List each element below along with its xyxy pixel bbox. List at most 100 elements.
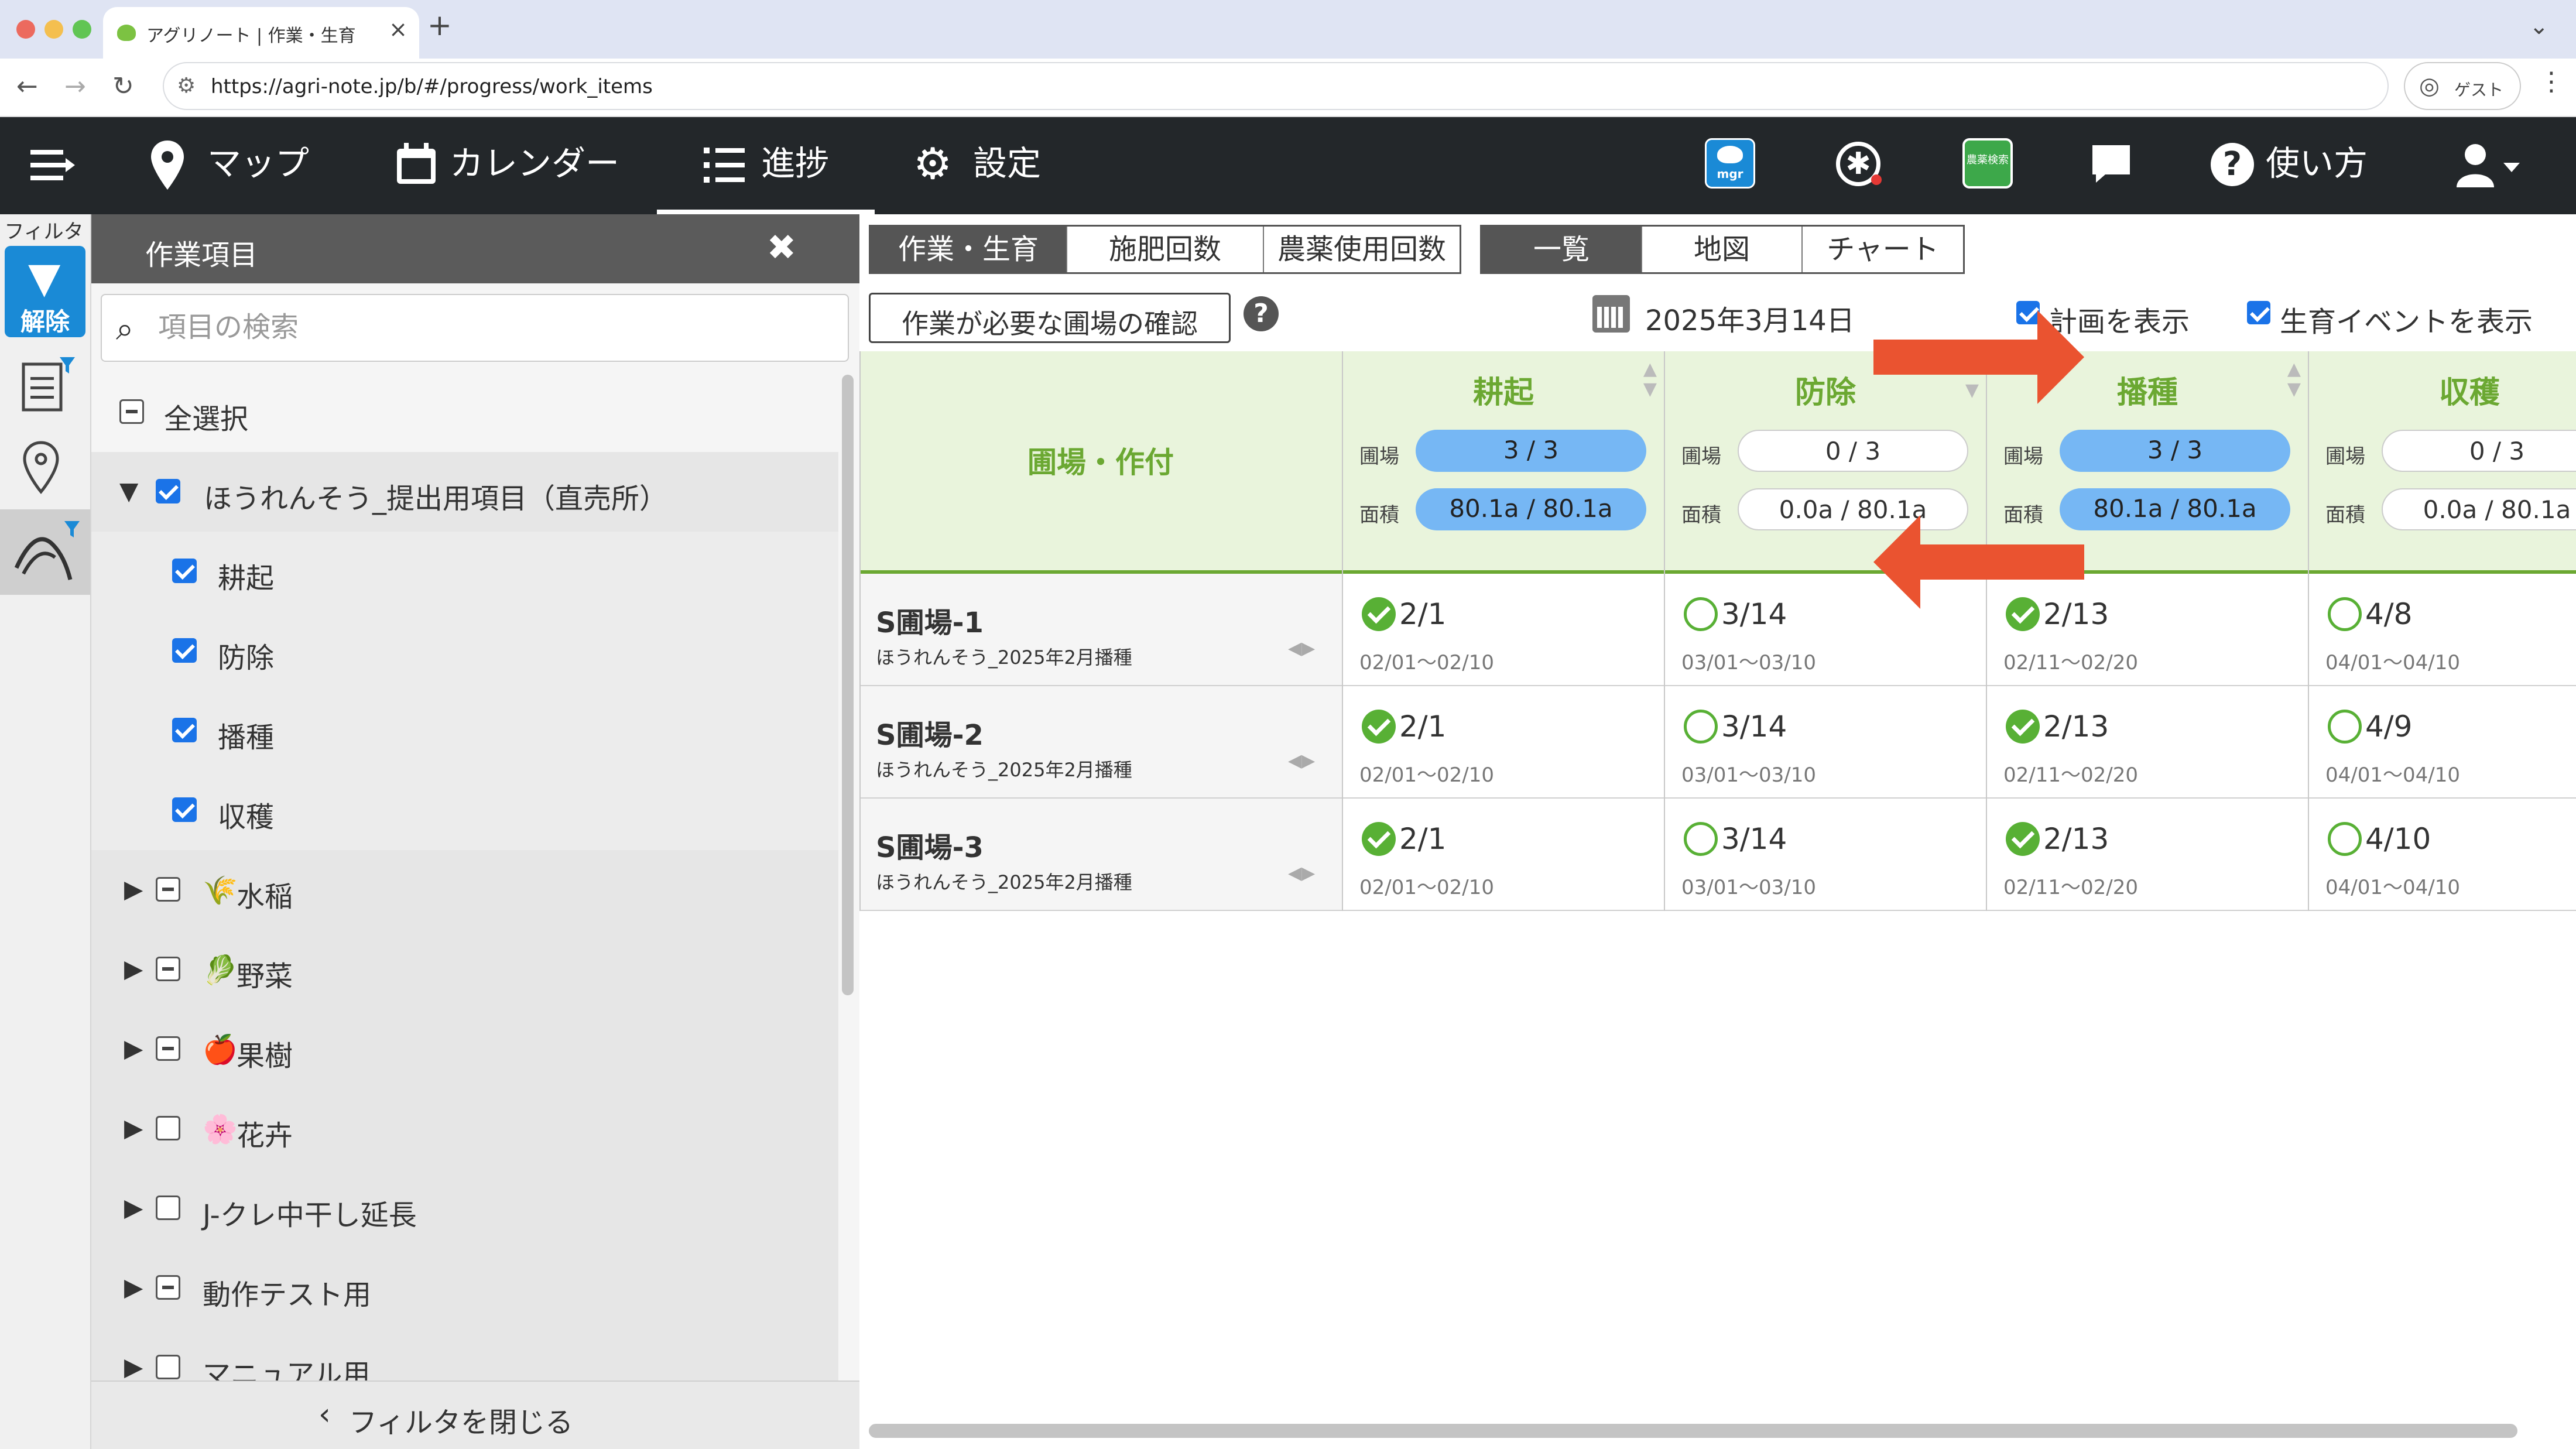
tab-list-chevron-icon[interactable]: ⌄ bbox=[2529, 13, 2549, 40]
item-checkbox[interactable] bbox=[172, 718, 197, 742]
sort-arrows-icon[interactable]: ▲ ▼ bbox=[1643, 359, 1657, 399]
filter-item-tillage[interactable]: 耕起 bbox=[91, 532, 838, 611]
table-horizontal-scrollbar[interactable] bbox=[869, 1424, 2517, 1438]
work-cell[interactable]: 2/1 02/01〜02/10 bbox=[1343, 799, 1664, 910]
close-filter-button[interactable]: ‹ フィルタを閉じる bbox=[91, 1381, 859, 1449]
tab-close-icon[interactable]: × bbox=[389, 16, 407, 42]
group-checkbox[interactable] bbox=[156, 479, 180, 503]
calendar-date-icon[interactable] bbox=[1592, 295, 1630, 333]
work-cell[interactable]: 2/1 02/01〜02/10 bbox=[1343, 574, 1664, 685]
nav-map[interactable]: マップ bbox=[143, 117, 318, 214]
work-cell[interactable]: 4/10 04/01〜04/10 bbox=[2309, 799, 2576, 910]
window-minimize-dot[interactable] bbox=[44, 20, 63, 39]
expand-triangle-icon[interactable]: ▶ bbox=[124, 1114, 143, 1142]
guest-profile-button[interactable]: ◎ ゲスト bbox=[2404, 62, 2521, 110]
scroll-arrows-icon[interactable]: ◀▶ bbox=[1288, 863, 1315, 883]
tab-pesticide-count[interactable]: 農薬使用回数 bbox=[1264, 227, 1460, 272]
work-cell[interactable]: 4/8 04/01〜04/10 bbox=[2309, 574, 2576, 685]
user-menu-button[interactable] bbox=[2453, 117, 2529, 214]
expand-triangle-icon[interactable]: ▶ bbox=[124, 1034, 143, 1063]
help-question-icon[interactable]: ? bbox=[1244, 296, 1279, 331]
new-tab-icon[interactable]: + bbox=[427, 8, 452, 42]
nav-progress[interactable]: 進捗 bbox=[657, 117, 875, 214]
column-title[interactable]: 耕起 bbox=[1343, 368, 1664, 412]
group-checkbox[interactable] bbox=[156, 1275, 180, 1300]
settings-app-icon[interactable]: ✱ bbox=[1832, 138, 1883, 189]
hamburger-menu-button[interactable] bbox=[23, 117, 76, 214]
site-info-icon[interactable]: ⚙ bbox=[177, 74, 196, 98]
nav-calendar[interactable]: カレンダー bbox=[391, 117, 625, 214]
filter-clear-button[interactable]: ▼ 解除 bbox=[5, 246, 85, 337]
back-icon[interactable]: ← bbox=[16, 71, 38, 101]
chat-button[interactable] bbox=[2088, 117, 2135, 214]
work-cell[interactable]: 2/13 02/11〜02/20 bbox=[1987, 686, 2308, 797]
nav-settings[interactable]: ⚙ 設定 bbox=[913, 117, 1060, 214]
filter-scrollbar[interactable] bbox=[842, 375, 854, 995]
work-cell[interactable]: 4/9 04/01〜04/10 bbox=[2309, 686, 2576, 797]
work-cell[interactable]: 3/14 03/01〜03/10 bbox=[1665, 686, 1986, 797]
scroll-arrows-icon[interactable]: ◀▶ bbox=[1288, 638, 1315, 659]
column-title[interactable]: 収穫 bbox=[2309, 368, 2576, 412]
reload-icon[interactable]: ↻ bbox=[112, 71, 134, 101]
group-checkbox[interactable] bbox=[156, 1116, 180, 1140]
group-checkbox[interactable] bbox=[156, 1355, 180, 1379]
expand-triangle-icon[interactable]: ▶ bbox=[124, 1273, 143, 1301]
filter-item-harvest[interactable]: 収穫 bbox=[91, 770, 838, 850]
mgr-app-icon[interactable]: mgr bbox=[1705, 138, 1755, 189]
scroll-arrows-icon[interactable]: ◀▶ bbox=[1288, 751, 1315, 771]
filter-group-manual[interactable]: ▶ マニュアル用 bbox=[91, 1328, 838, 1381]
filter-close-icon[interactable]: ✖ bbox=[767, 227, 796, 268]
work-cell[interactable]: 2/13 02/11〜02/20 bbox=[1987, 799, 2308, 910]
field-crop-column-header[interactable]: 圃場・作付 bbox=[861, 439, 1341, 481]
filter-group-test[interactable]: ▶ 動作テスト用 bbox=[91, 1248, 838, 1328]
browser-menu-icon[interactable]: ⋮ bbox=[2539, 67, 2564, 97]
forward-icon[interactable]: → bbox=[64, 71, 86, 101]
filter-group-rice[interactable]: ▶ 🌾 水稲 bbox=[91, 850, 838, 930]
filter-group-jcredit[interactable]: ▶ J-クレ中干し延長 bbox=[91, 1169, 838, 1248]
filter-group-vegetables[interactable]: ▶ 🥬 野菜 bbox=[91, 930, 838, 1009]
collapse-triangle-icon[interactable]: ▼ bbox=[119, 477, 138, 505]
work-cell[interactable]: 3/14 03/01〜03/10 bbox=[1665, 799, 1986, 910]
filter-search-input[interactable] bbox=[158, 307, 802, 348]
item-checkbox[interactable] bbox=[172, 638, 197, 663]
filter-select-all[interactable]: 全選択 bbox=[91, 372, 838, 452]
help-link[interactable]: ? 使い方 bbox=[2211, 117, 2380, 214]
address-bar[interactable]: ⚙ https://agri-note.jp/b/#/progress/work… bbox=[163, 62, 2389, 110]
group-checkbox[interactable] bbox=[156, 1036, 180, 1061]
sort-arrows-icon[interactable]: ▲ ▼ bbox=[2287, 359, 2301, 399]
tab-map-view[interactable]: 地図 bbox=[1642, 227, 1803, 272]
expand-triangle-icon[interactable]: ▶ bbox=[124, 1352, 143, 1381]
current-date[interactable]: 2025年3月14日 bbox=[1645, 297, 1855, 338]
group-checkbox[interactable] bbox=[156, 877, 180, 902]
field-cell[interactable]: S圃場-3 ほうれんそう_2025年2月播種 ◀▶ bbox=[859, 799, 1342, 910]
work-cell[interactable]: 2/1 02/01〜02/10 bbox=[1343, 686, 1664, 797]
group-checkbox[interactable] bbox=[156, 957, 180, 981]
browser-tab[interactable]: アグリノート | 作業・生育 × bbox=[103, 7, 419, 59]
filter-item-pest-control[interactable]: 防除 bbox=[91, 611, 838, 691]
rail-document-button[interactable] bbox=[0, 345, 90, 427]
select-all-checkbox[interactable] bbox=[119, 399, 144, 424]
tab-fertilizer-count[interactable]: 施肥回数 bbox=[1067, 227, 1264, 272]
show-events-checkbox[interactable] bbox=[2247, 301, 2270, 324]
item-checkbox[interactable] bbox=[172, 797, 197, 822]
filter-group-flowers[interactable]: ▶ 🌸 花卉 bbox=[91, 1089, 838, 1169]
expand-triangle-icon[interactable]: ▶ bbox=[124, 875, 143, 903]
filter-group-spinach[interactable]: ▼ ほうれんそう_提出用項目（直売所） bbox=[91, 452, 838, 532]
field-cell[interactable]: S圃場-2 ほうれんそう_2025年2月播種 ◀▶ bbox=[859, 686, 1342, 797]
group-checkbox[interactable] bbox=[156, 1195, 180, 1220]
window-zoom-dot[interactable] bbox=[73, 20, 91, 39]
fields-needing-work-button[interactable]: 作業が必要な圃場の確認 bbox=[869, 293, 1231, 343]
rail-work-filter-button[interactable] bbox=[0, 509, 90, 595]
filter-group-fruit[interactable]: ▶ 🍎 果樹 bbox=[91, 1009, 838, 1089]
rail-location-button[interactable] bbox=[0, 427, 90, 509]
expand-triangle-icon[interactable]: ▶ bbox=[124, 1193, 143, 1222]
tab-work-growth[interactable]: 作業・生育 bbox=[871, 227, 1067, 272]
filter-item-sowing[interactable]: 播種 bbox=[91, 691, 838, 770]
tab-chart-view[interactable]: チャート bbox=[1803, 227, 1963, 272]
pesticide-search-app-icon[interactable]: 農薬検索 bbox=[1962, 138, 2013, 189]
tab-list-view[interactable]: 一覧 bbox=[1482, 227, 1642, 272]
item-checkbox[interactable] bbox=[172, 559, 197, 583]
window-close-dot[interactable] bbox=[16, 20, 35, 39]
expand-triangle-icon[interactable]: ▶ bbox=[124, 954, 143, 983]
field-cell[interactable]: S圃場-1 ほうれんそう_2025年2月播種 ◀▶ bbox=[859, 574, 1342, 685]
